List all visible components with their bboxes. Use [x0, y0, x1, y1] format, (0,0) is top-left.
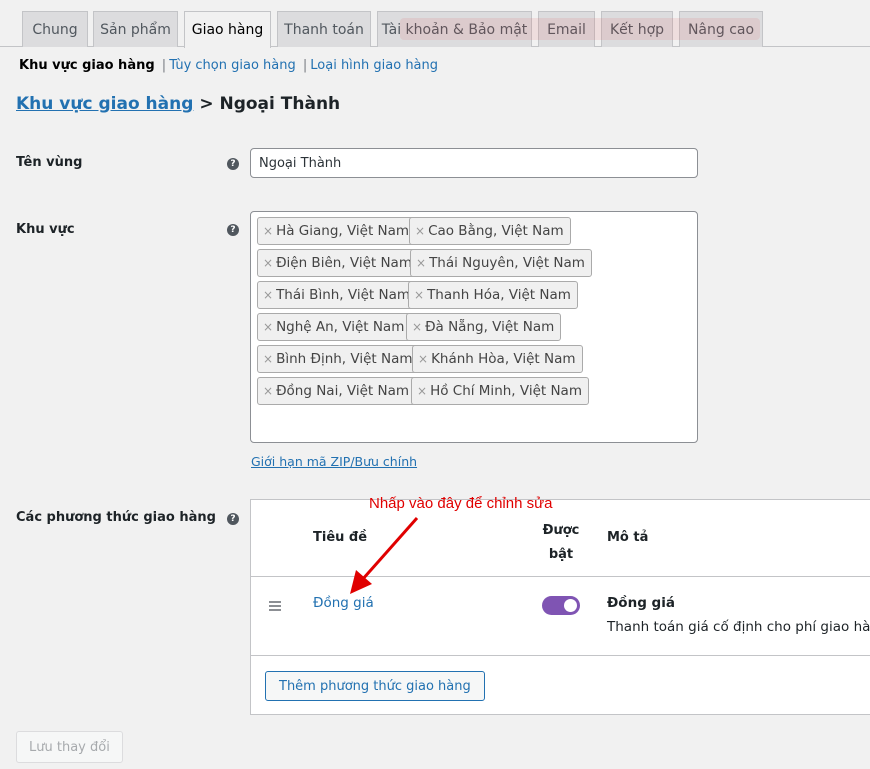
remove-icon[interactable]: × — [263, 384, 273, 398]
settings-tabs: Chung Sản phẩm Giao hàng Thanh toán Tài … — [0, 0, 870, 48]
tab-accounts-privacy[interactable]: Tài khoản & Bảo mật — [377, 11, 532, 47]
region-chip-label: Điện Biên, Việt Nam — [276, 255, 412, 271]
region-chip-label: Cao Bằng, Việt Nam — [428, 223, 564, 239]
region-chip: × Bình Định, Việt Nam — [257, 345, 420, 373]
subnav-current-zones: Khu vực giao hàng — [19, 58, 155, 73]
remove-icon[interactable]: × — [412, 320, 422, 334]
region-chip-label: Hà Giang, Việt Nam — [276, 223, 410, 239]
region-chip-label: Hồ Chí Minh, Việt Nam — [430, 383, 582, 399]
method-title-link[interactable]: Đồng giá — [313, 595, 374, 611]
remove-icon[interactable]: × — [414, 288, 424, 302]
annotation-text: Nhấp vào đây để chỉnh sửa — [369, 495, 553, 512]
table-header-row: Tiêu đề Được bật Mô tả — [251, 500, 870, 577]
remove-icon[interactable]: × — [418, 352, 428, 366]
drag-handle-icon[interactable] — [269, 601, 281, 613]
region-chip: × Hồ Chí Minh, Việt Nam — [411, 377, 589, 405]
subnav-separator: | — [161, 58, 167, 73]
subnav-link-classes[interactable]: Loại hình giao hàng — [310, 58, 438, 73]
shipping-subnav: Khu vực giao hàng | Tùy chọn giao hàng | L… — [19, 58, 438, 73]
regions-label: Khu vực — [16, 222, 75, 237]
shipping-methods-label: Các phương thức giao hàng — [16, 510, 216, 525]
region-chip: × Đà Nẵng, Việt Nam — [406, 313, 562, 341]
region-chip-label: Khánh Hòa, Việt Nam — [431, 351, 576, 367]
breadcrumb-current: Ngoại Thành — [219, 94, 341, 114]
region-chip-label: Thái Bình, Việt Nam — [276, 287, 410, 303]
region-chip-label: Bình Định, Việt Nam — [276, 351, 413, 367]
region-chip: × Đồng Nai, Việt Nam — [257, 377, 417, 405]
help-icon[interactable]: ? — [227, 158, 239, 170]
tab-advanced[interactable]: Nâng cao — [679, 11, 763, 47]
column-description-header: Mô tả — [607, 530, 649, 545]
table-row: Đồng giá Đồng giá Thanh toán giá cố định… — [251, 577, 870, 656]
tab-integration[interactable]: Kết hợp — [601, 11, 673, 47]
region-chip: × Nghệ An, Việt Nam — [257, 313, 412, 341]
region-chip-label: Nghệ An, Việt Nam — [276, 319, 405, 335]
remove-icon[interactable]: × — [263, 256, 273, 270]
remove-icon[interactable]: × — [263, 288, 273, 302]
region-chip: × Hà Giang, Việt Nam — [257, 217, 417, 245]
remove-icon[interactable]: × — [415, 224, 425, 238]
column-enabled-line1: Được — [542, 523, 580, 538]
remove-icon[interactable]: × — [263, 320, 273, 334]
region-chip: × Thanh Hóa, Việt Nam — [408, 281, 578, 309]
remove-icon[interactable]: × — [416, 256, 426, 270]
column-enabled-header: Được bật — [531, 519, 591, 567]
region-chip-label: Đà Nẵng, Việt Nam — [425, 319, 555, 335]
tab-payments[interactable]: Thanh toán — [277, 11, 371, 47]
tab-shipping[interactable]: Giao hàng — [184, 11, 271, 48]
region-chip: × Thái Nguyên, Việt Nam — [410, 249, 592, 277]
region-chip: × Cao Bằng, Việt Nam — [409, 217, 571, 245]
limit-zip-link[interactable]: Giới hạn mã ZIP/Bưu chính — [251, 454, 417, 469]
region-chip: × Khánh Hòa, Việt Nam — [412, 345, 583, 373]
method-description-text: Thanh toán giá cố định cho phí giao hàng… — [607, 619, 870, 635]
region-chip-label: Đồng Nai, Việt Nam — [276, 383, 410, 399]
remove-icon[interactable]: × — [263, 352, 273, 366]
method-enabled-toggle[interactable] — [542, 596, 580, 615]
breadcrumb-zones-link[interactable]: Khu vực giao hàng — [16, 94, 193, 114]
subnav-link-options[interactable]: Tùy chọn giao hàng — [169, 58, 296, 73]
zone-name-input[interactable] — [250, 148, 698, 178]
help-icon[interactable]: ? — [227, 513, 239, 525]
subnav-separator: | — [302, 58, 308, 73]
remove-icon[interactable]: × — [417, 384, 427, 398]
method-description-title: Đồng giá — [607, 595, 675, 611]
region-chip-label: Thái Nguyên, Việt Nam — [429, 255, 585, 271]
save-changes-button[interactable]: Lưu thay đổi — [16, 731, 123, 763]
shipping-methods-table: Tiêu đề Được bật Mô tả Đồng giá Đồng giá… — [250, 499, 870, 715]
region-chip-label: Thanh Hóa, Việt Nam — [427, 287, 571, 303]
regions-select[interactable]: × Hà Giang, Việt Nam × Cao Bằng, Việt Nam … — [250, 211, 698, 443]
toggle-knob — [564, 599, 577, 612]
region-chip: × Điện Biên, Việt Nam — [257, 249, 419, 277]
page-title: Khu vực giao hàng > Ngoại Thành — [16, 94, 340, 114]
tab-email[interactable]: Email — [538, 11, 595, 47]
help-icon[interactable]: ? — [227, 224, 239, 236]
remove-icon[interactable]: × — [263, 224, 273, 238]
tab-general[interactable]: Chung — [22, 11, 88, 47]
tab-products[interactable]: Sản phẩm — [93, 11, 178, 47]
breadcrumb-separator: > — [199, 94, 214, 114]
zone-name-label: Tên vùng — [16, 155, 83, 170]
region-chip: × Thái Bình, Việt Nam — [257, 281, 417, 309]
add-shipping-method-button[interactable]: Thêm phương thức giao hàng — [265, 671, 485, 701]
column-title-header: Tiêu đề — [313, 530, 368, 545]
column-enabled-line2: bật — [548, 547, 574, 562]
